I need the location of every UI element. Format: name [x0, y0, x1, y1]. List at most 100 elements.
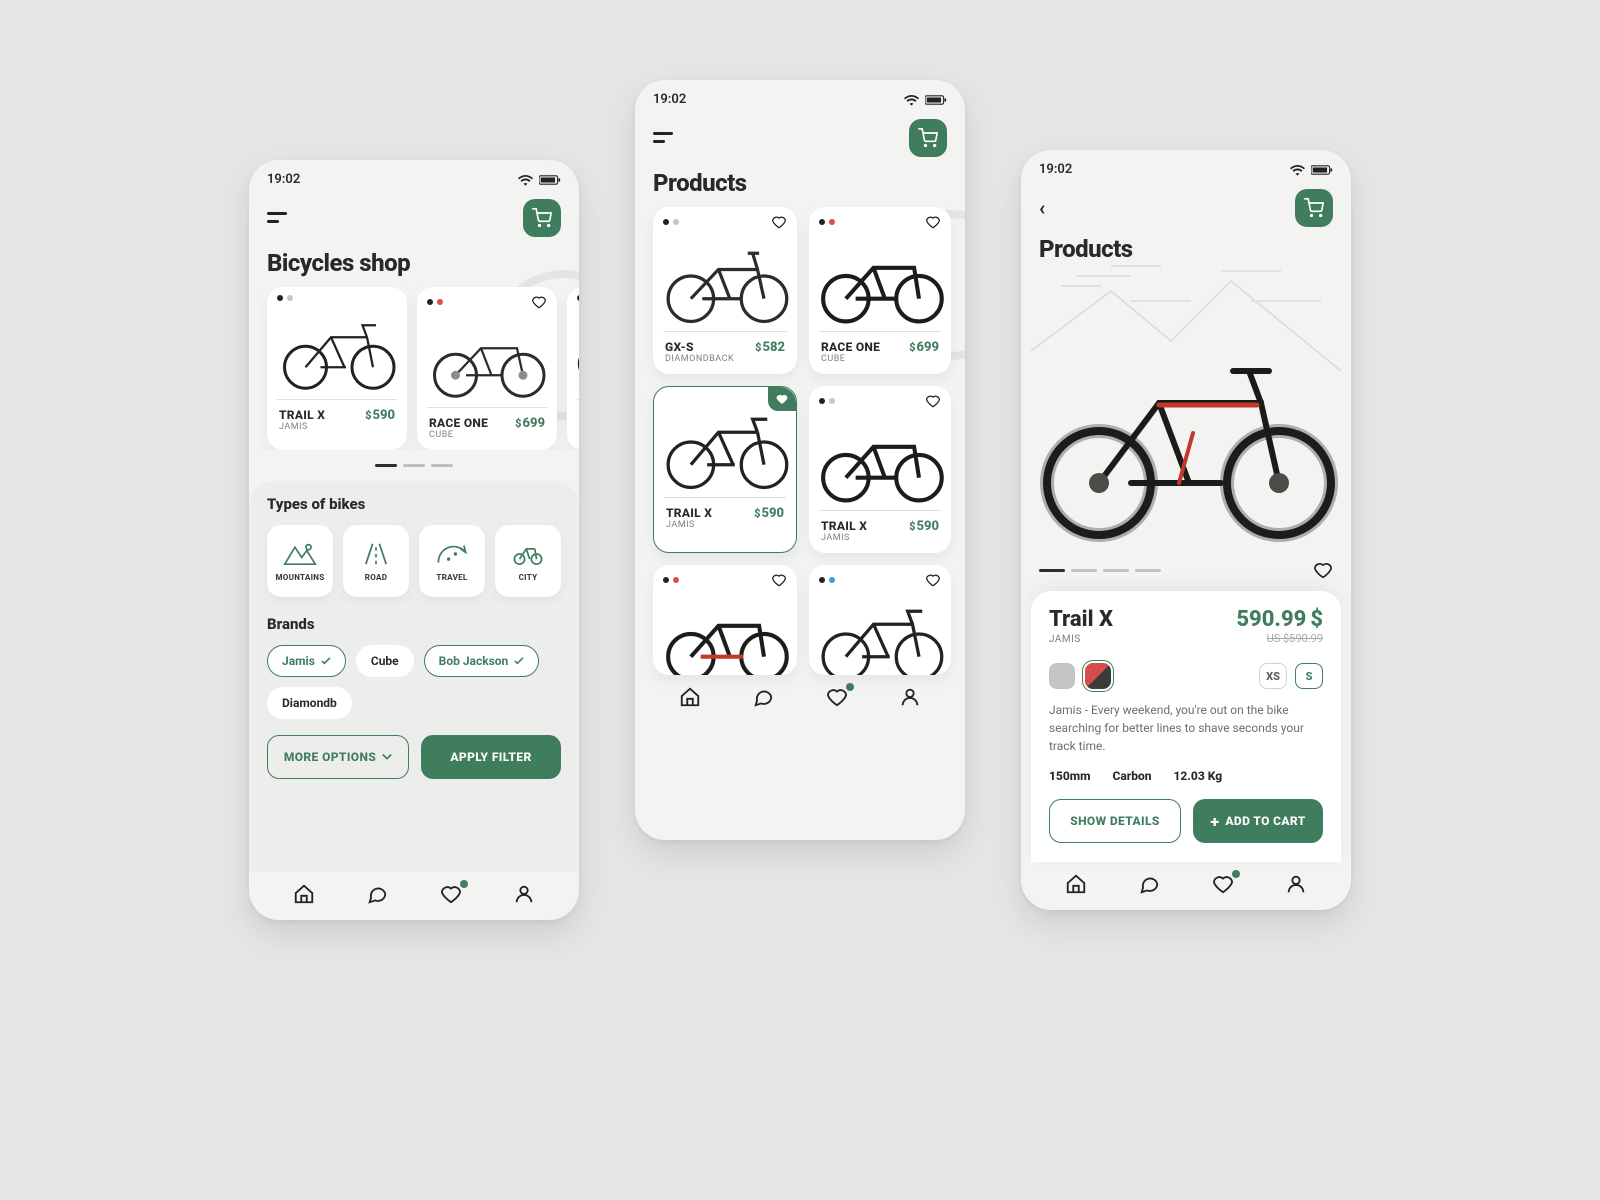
bottom-nav [1021, 862, 1351, 910]
product-card[interactable]: RACE ONECUBE$699 [809, 207, 951, 374]
bike-image [660, 593, 790, 675]
nav-profile[interactable] [1283, 872, 1309, 896]
heart-icon[interactable] [925, 573, 941, 587]
product-old-price: US $590.99 [1236, 632, 1323, 645]
product-description: Jamis - Every weekend, you're out on the… [1049, 701, 1323, 755]
nav-home[interactable] [291, 882, 317, 906]
size-picker: XS S [1259, 663, 1323, 689]
nav-favorites[interactable] [824, 685, 850, 709]
brand-chip-bob-jackson[interactable]: Bob Jackson [424, 645, 540, 677]
heart-icon[interactable] [771, 573, 787, 587]
size-xs[interactable]: XS [1259, 663, 1287, 689]
bike-image [660, 401, 790, 491]
product-name: Trail X [1049, 607, 1113, 632]
type-city[interactable]: CITY [495, 525, 561, 597]
city-bike-icon [511, 541, 545, 567]
bike-image [815, 414, 945, 504]
heart-icon[interactable] [531, 295, 547, 309]
menu-icon[interactable] [267, 212, 287, 224]
favorites-badge [846, 683, 854, 691]
page-title: Products [635, 161, 965, 207]
nav-chat[interactable] [750, 685, 776, 709]
add-to-cart-button[interactable]: +ADD TO CART [1193, 799, 1323, 843]
bike-image [660, 235, 790, 325]
cart-button[interactable] [523, 199, 561, 237]
heart-icon[interactable] [925, 215, 941, 229]
screen-shop-home: 19:02 Bicycles shop TRAIL XJAMIS$590 RAC… [249, 160, 579, 920]
size-s[interactable]: S [1295, 663, 1323, 689]
profile-icon [1285, 873, 1307, 895]
nav-favorites[interactable] [1210, 872, 1236, 896]
filter-section: Types of bikes MOUNTAINS ROAD TRAVEL CIT… [249, 481, 579, 872]
type-travel[interactable]: TRAVEL [419, 525, 485, 597]
type-mountains[interactable]: MOUNTAINS [267, 525, 333, 597]
battery-icon [539, 174, 561, 186]
brand-chip-jamis[interactable]: Jamis [267, 645, 346, 677]
product-card[interactable]: TRAIL XJAMIS$590 [809, 386, 951, 553]
travel-icon [435, 541, 469, 567]
product-carousel[interactable]: TRAIL XJAMIS$590 RACE ONECUBE$699 GX-SDI… [249, 287, 579, 450]
favorites-badge [460, 880, 468, 888]
heart-icon [775, 393, 789, 405]
road-icon [359, 541, 393, 567]
detail-card: Trail X JAMIS 590.99$ US $590.99 XS S Ja… [1031, 591, 1341, 862]
screen-product-detail: 19:02 ‹ Products [1021, 150, 1351, 910]
nav-profile[interactable] [511, 882, 537, 906]
color-swatch-gray[interactable] [1049, 663, 1075, 689]
cart-button[interactable] [909, 119, 947, 157]
product-card[interactable]: GX-SDIAMOND [567, 287, 579, 450]
heart-icon[interactable] [925, 394, 941, 408]
nav-home[interactable] [677, 685, 703, 709]
image-pager [1021, 553, 1351, 585]
bike-image [815, 235, 945, 325]
carousel-pager [249, 450, 579, 475]
apply-filter-button[interactable]: APPLY FILTER [421, 735, 561, 779]
menu-icon[interactable] [653, 132, 673, 144]
brand-chip-diamondback[interactable]: Diamondb [267, 687, 352, 719]
product-card[interactable] [809, 565, 951, 675]
chat-icon [366, 883, 388, 905]
product-brand: JAMIS [279, 422, 325, 432]
cart-icon [918, 128, 938, 148]
nav-profile[interactable] [897, 685, 923, 709]
heart-icon [1212, 874, 1234, 894]
product-card[interactable] [653, 565, 797, 675]
specs-row: 150mm Carbon 12.03 Kg [1049, 769, 1323, 783]
bike-image [277, 307, 397, 393]
cart-button[interactable] [1295, 189, 1333, 227]
product-card[interactable]: TRAIL XJAMIS$590 [267, 287, 407, 450]
product-card-selected[interactable]: TRAIL XJAMIS$590 [653, 386, 797, 553]
product-card[interactable]: RACE ONECUBE$699 [417, 287, 557, 450]
heart-icon [440, 884, 462, 904]
bike-image [427, 315, 547, 401]
nav-favorites[interactable] [438, 882, 464, 906]
chat-icon [1138, 873, 1160, 895]
product-price: 590.99$ [1236, 607, 1323, 632]
home-icon [293, 883, 315, 905]
product-card[interactable]: GX-SDIAMONDBACK$582 [653, 207, 797, 374]
show-details-button[interactable]: SHOW DETAILS [1049, 799, 1181, 843]
product-grid: GX-SDIAMONDBACK$582 RACE ONECUBE$699 TRA… [635, 207, 965, 675]
heart-icon[interactable] [1313, 561, 1333, 579]
mountain-icon [283, 541, 317, 567]
home-icon [679, 686, 701, 708]
plus-icon: + [1210, 812, 1219, 831]
bottom-nav [249, 872, 579, 920]
profile-icon [513, 883, 535, 905]
type-road[interactable]: ROAD [343, 525, 409, 597]
more-options-button[interactable]: MORE OPTIONS [267, 735, 409, 779]
bottom-nav [635, 675, 965, 723]
heart-icon[interactable] [771, 215, 787, 229]
favorites-badge [1232, 870, 1240, 878]
nav-chat[interactable] [364, 882, 390, 906]
brand-chip-cube[interactable]: Cube [356, 645, 414, 677]
status-bar: 19:02 [249, 160, 579, 193]
screen-products-grid: 19:02 Products GX-SDIAMONDBACK$582 RACE … [635, 80, 965, 840]
nav-home[interactable] [1063, 872, 1089, 896]
product-price: $699 [515, 416, 545, 431]
back-button[interactable]: ‹ [1039, 196, 1045, 220]
hero-bike-image [1021, 333, 1351, 547]
color-swatch-red-black[interactable] [1085, 663, 1111, 689]
nav-chat[interactable] [1136, 872, 1162, 896]
status-bar: 19:02 [1021, 150, 1351, 183]
